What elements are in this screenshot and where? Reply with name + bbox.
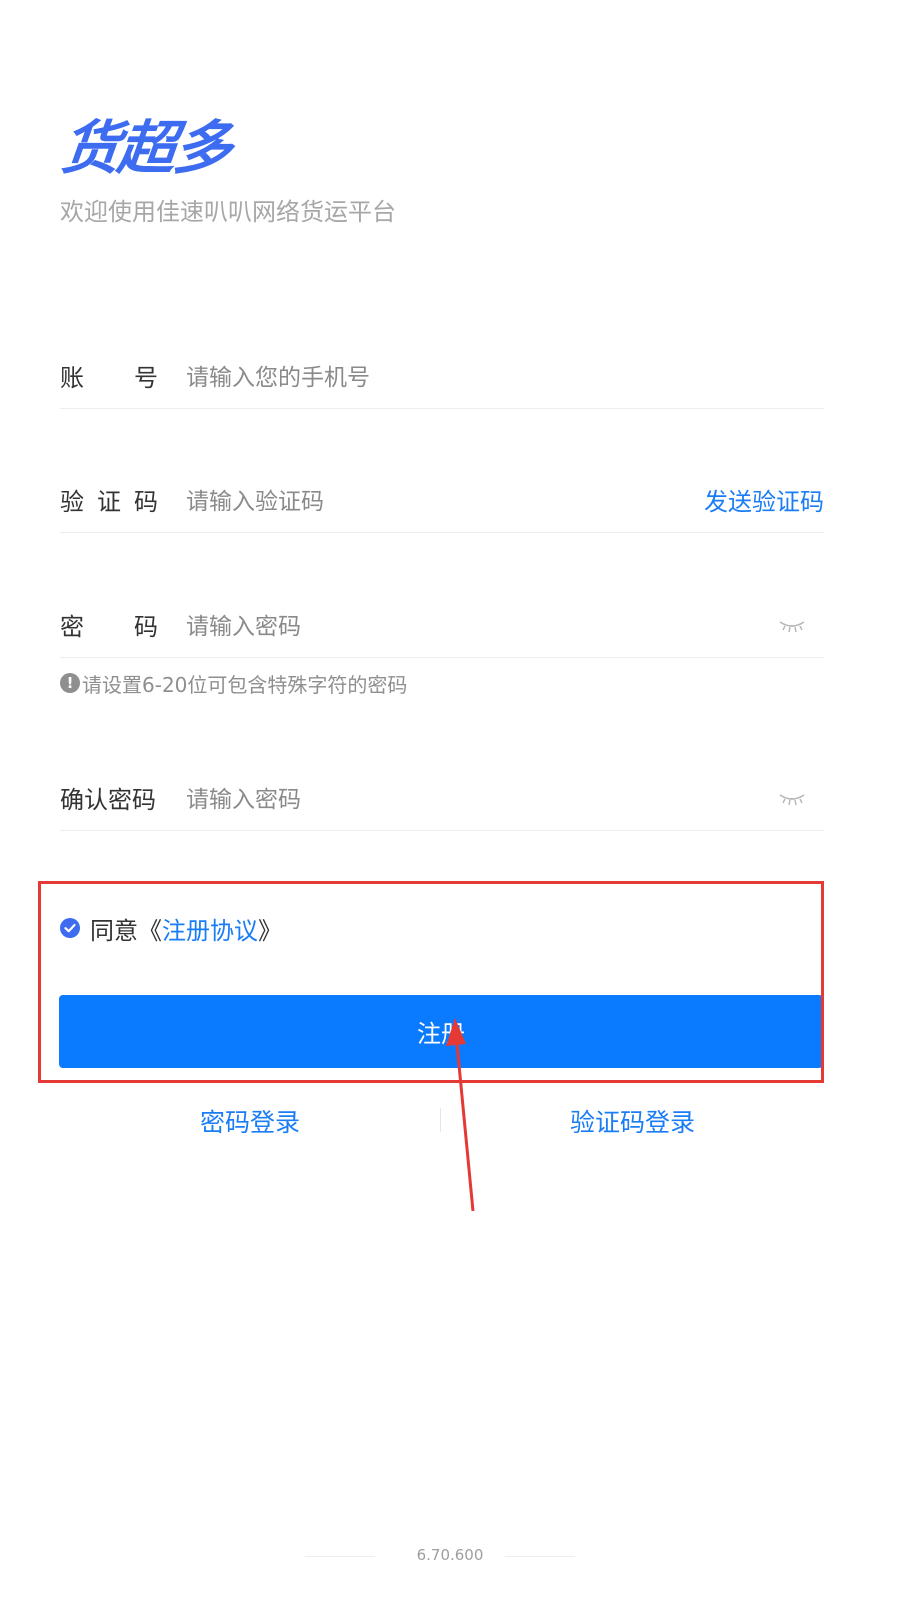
link-divider <box>440 1108 441 1132</box>
password-label: 密 码 <box>60 613 158 641</box>
confirm-password-label: 确认密码 <box>60 786 156 814</box>
welcome-subtitle: 欢迎使用佳速叭叭网络货运平台 <box>60 198 396 226</box>
password-hint: ! 请设置6-20位可包含特殊字符的密码 <box>60 668 407 698</box>
eye-closed-icon[interactable] <box>778 617 806 635</box>
register-agreement-link[interactable]: 注册协议 <box>162 911 258 946</box>
code-label: 验 证 码 <box>60 488 158 516</box>
version-label: 6.70.600 <box>416 1546 484 1564</box>
agreement-row: 同意《 注册协议 》 <box>60 908 282 948</box>
send-code-button[interactable]: 发送验证码 <box>704 472 824 532</box>
phone-input[interactable] <box>186 358 686 398</box>
confirm-password-input[interactable] <box>186 780 686 820</box>
checkmark-circle-icon[interactable] <box>60 918 80 938</box>
eye-closed-icon[interactable] <box>778 790 806 808</box>
code-login-link[interactable]: 验证码登录 <box>570 1103 695 1143</box>
register-button[interactable]: 注册 <box>59 995 823 1068</box>
account-row: 账 号 <box>60 348 824 409</box>
app-logo: 货超多 <box>58 114 234 182</box>
version-divider-right <box>505 1556 575 1557</box>
code-input[interactable] <box>186 482 586 522</box>
exclamation-icon: ! <box>60 673 80 693</box>
password-login-link[interactable]: 密码登录 <box>200 1103 300 1143</box>
account-label: 账 号 <box>60 364 158 392</box>
password-row: 密 码 <box>60 597 824 658</box>
code-row: 验 证 码 发送验证码 <box>60 472 824 533</box>
password-input[interactable] <box>186 607 686 647</box>
confirm-password-row: 确认密码 <box>60 770 824 831</box>
